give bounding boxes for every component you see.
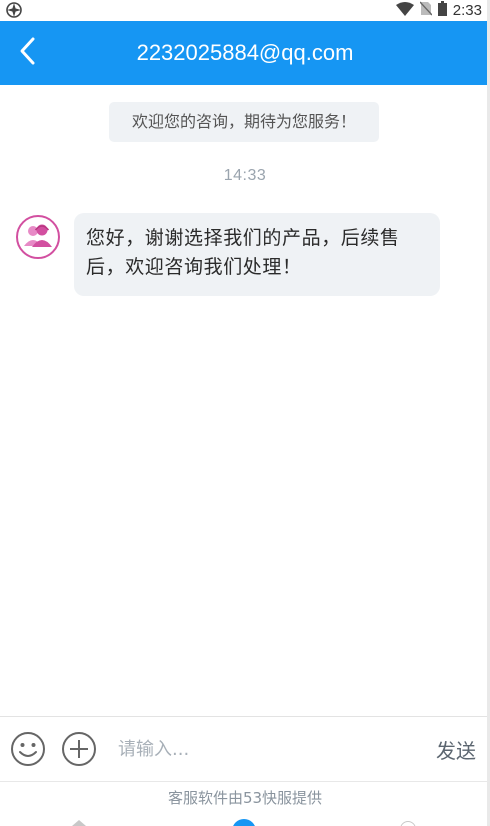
back-button[interactable]	[8, 33, 48, 73]
status-icons: 2:33	[395, 0, 482, 21]
chat-screen: 2:33 2232025884@qq.com 欢迎您的咨询，期待为您服务！ 14…	[0, 0, 490, 826]
message-timestamp: 14:33	[223, 167, 267, 184]
nav-back-icon[interactable]	[72, 820, 86, 826]
chevron-left-icon	[17, 36, 39, 70]
powered-by-footer: 客服软件由53快服提供	[0, 781, 490, 815]
send-button[interactable]: 发送	[436, 735, 476, 764]
agent-avatar[interactable]	[16, 215, 60, 259]
battery-icon	[437, 1, 447, 20]
welcome-notice: 欢迎您的咨询，期待为您服务！	[109, 102, 379, 142]
chat-message-area[interactable]: 欢迎您的咨询，期待为您服务！ 14:33 您好，谢谢选择我们的产品，后续售后，欢…	[0, 85, 490, 716]
no-sim-icon	[419, 1, 433, 20]
customer-service-avatar-icon	[21, 218, 55, 256]
agent-message-bubble: 您好，谢谢选择我们的产品，后续售后，欢迎咨询我们处理！	[74, 213, 440, 296]
nav-recents-icon[interactable]	[400, 821, 416, 826]
chat-header: 2232025884@qq.com	[0, 21, 490, 85]
status-time: 2:33	[452, 2, 482, 19]
bottom-navigation-peek	[0, 815, 490, 826]
status-bar: 2:33	[0, 0, 490, 21]
message-input-bar: 发送	[0, 716, 490, 781]
page-title: 2232025884@qq.com	[136, 40, 354, 65]
message-input[interactable]	[110, 731, 410, 767]
wifi-icon	[395, 1, 414, 20]
smiley-icon	[10, 732, 46, 771]
more-options-button[interactable]	[61, 731, 97, 767]
emoji-button[interactable]	[10, 731, 46, 767]
nav-home-icon[interactable]	[232, 819, 256, 826]
plus-circle-icon	[61, 732, 97, 771]
app-notification-icon	[6, 2, 22, 18]
